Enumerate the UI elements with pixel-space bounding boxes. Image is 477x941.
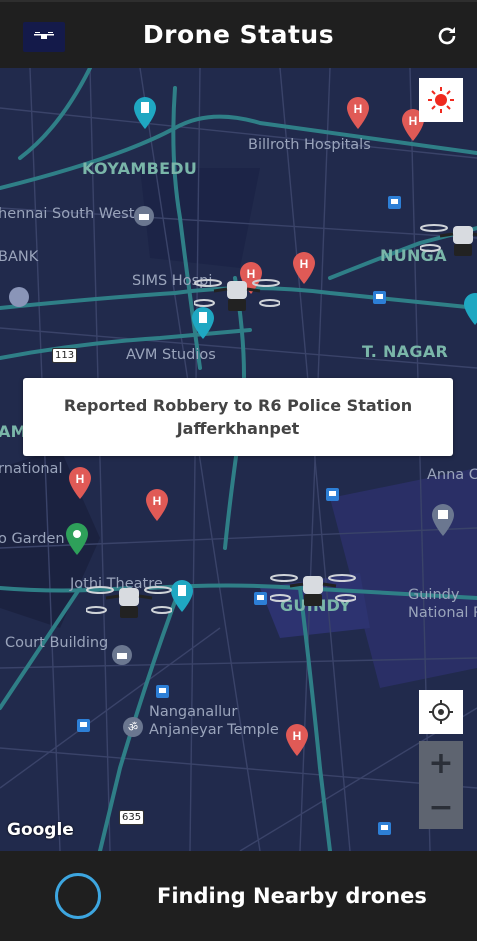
zoom-in-button[interactable]: + [419, 741, 463, 785]
drone-marker-icon[interactable] [86, 580, 172, 630]
hospital-pin-icon[interactable]: H [144, 488, 170, 522]
map-label-koyambedu: KOYAMBEDU [82, 159, 198, 178]
sun-icon [428, 87, 454, 113]
refresh-icon[interactable] [435, 24, 459, 48]
map-label-t-nagar: T. NAGAR [362, 342, 449, 361]
court-icon[interactable] [111, 644, 133, 666]
hospital-pin-icon[interactable]: H [291, 251, 317, 285]
svg-text:H: H [76, 472, 85, 486]
google-attribution: Google [7, 820, 74, 840]
cinema-pin-icon[interactable] [169, 579, 195, 613]
temple-icon[interactable]: ॐ [122, 716, 144, 738]
brightness-toggle-button[interactable] [419, 78, 463, 122]
map-label-guindy-park: Guindy National Park [408, 587, 477, 621]
road-shield-113: 113 [52, 348, 78, 363]
map-label-garden: o Garden [0, 531, 65, 547]
svg-text:H: H [293, 729, 302, 743]
map-view[interactable]: KOYAMBEDU Billroth Hospitals hennai Sout… [0, 68, 477, 851]
cinema-pin-icon[interactable] [462, 292, 477, 326]
zoom-out-button[interactable]: − [419, 785, 463, 829]
drone-marker-icon[interactable] [420, 218, 477, 268]
transit-icon [378, 822, 391, 835]
crosshair-icon [429, 700, 453, 724]
map-label-nanganallur: Nanganallur Anjaneyar Temple [149, 704, 279, 738]
transit-icon [388, 196, 401, 209]
park-pin-icon[interactable] [64, 522, 90, 556]
page-title: Drone Status [142, 20, 335, 49]
incident-banner[interactable]: Reported Robbery to R6 Police Station Ja… [23, 378, 453, 456]
transit-icon [156, 685, 169, 698]
map-label-chennai-south-west: hennai South West [0, 206, 135, 222]
hospital-pin-icon[interactable]: H [284, 723, 310, 757]
road-shield-635: 635 [119, 810, 145, 825]
bus-stop-icon [9, 287, 29, 307]
library-pin-icon[interactable] [430, 503, 456, 537]
map-label-bank: BANK [0, 249, 39, 265]
hospital-pin-icon[interactable]: H [67, 466, 93, 500]
drone-marker-icon[interactable] [270, 568, 356, 618]
drone-marker-icon[interactable] [194, 273, 280, 323]
map-label-avm: AVM Studios [126, 347, 216, 363]
transit-icon [254, 592, 267, 605]
map-label-billroth: Billroth Hospitals [248, 137, 371, 153]
map-label-court: Court Building [5, 635, 109, 651]
transit-icon [77, 719, 90, 732]
map-label-national: rnational [0, 461, 63, 477]
transit-icon [326, 488, 339, 501]
hospital-pin-icon[interactable]: H [345, 96, 371, 130]
app-header: Drone Status [0, 0, 477, 68]
svg-text:ॐ: ॐ [128, 721, 138, 734]
map-label-anna: Anna C [427, 467, 477, 483]
loading-spinner-icon [55, 873, 101, 919]
svg-text:H: H [354, 102, 363, 116]
svg-text:H: H [153, 494, 162, 508]
bank-icon[interactable] [133, 205, 155, 227]
svg-text:H: H [300, 257, 309, 271]
cinema-pin-icon[interactable] [132, 96, 158, 130]
finding-drones-text: Finding Nearby drones [157, 884, 427, 908]
svg-text:H: H [409, 114, 418, 128]
transit-icon [373, 291, 386, 304]
status-footer: Finding Nearby drones [0, 851, 477, 941]
my-location-button[interactable] [419, 690, 463, 734]
